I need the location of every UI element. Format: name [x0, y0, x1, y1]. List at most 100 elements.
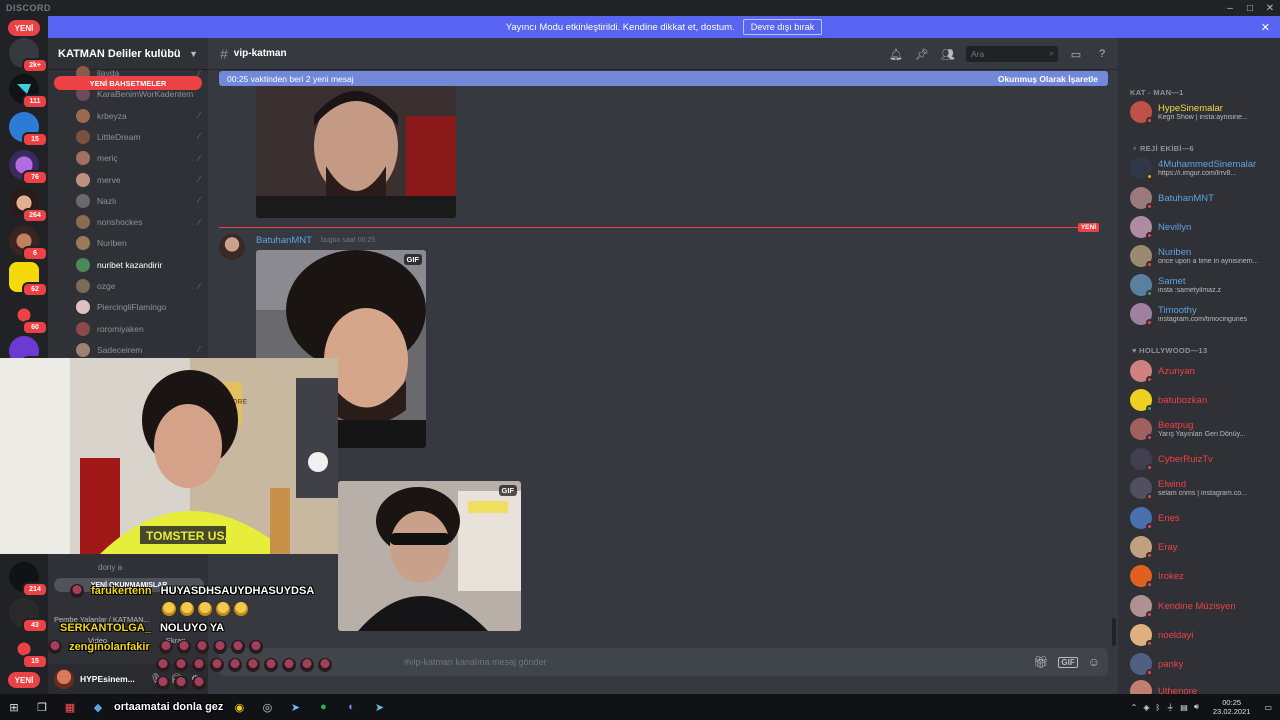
member-name: BatuhanMNT	[1158, 192, 1214, 204]
member-item[interactable]: HypeSinemalar Kegri Show | insta:aynisine…	[1130, 99, 1276, 125]
steam-icon[interactable]: ➤	[281, 694, 309, 720]
usb-icon[interactable]: ⏚	[1166, 702, 1174, 713]
role-group-label: REJİ EKİBİ—6	[1139, 144, 1194, 153]
voice-member[interactable]: meriç ⁄	[76, 149, 200, 167]
tray-app-icon[interactable]: ◈	[1143, 703, 1149, 712]
mark-as-read-button[interactable]: Okunmuş Olarak İşaretle	[998, 74, 1098, 84]
member-item[interactable]: Irokez	[1130, 563, 1276, 589]
member-activity: selam cnms | instagram.co...	[1158, 490, 1247, 497]
member-name: Samet	[1158, 276, 1186, 287]
message-author[interactable]: BatuhanMNT	[256, 235, 312, 246]
inbox-icon[interactable]: ▭	[1068, 48, 1084, 61]
minimize-icon[interactable]: –	[1220, 0, 1240, 16]
avatar	[76, 151, 90, 166]
emote-icon	[192, 658, 206, 672]
steam-icon[interactable]: ➤	[365, 694, 393, 720]
member-item[interactable]: CyberRuizTv	[1130, 446, 1276, 472]
member-item[interactable]: Eray	[1130, 534, 1276, 560]
banner-close-icon[interactable]: ✕	[1261, 21, 1270, 34]
overlay-username: farukertenn	[91, 584, 152, 597]
avatar	[1130, 448, 1153, 471]
muted-microphone-icon: ⁄	[198, 345, 200, 355]
member-item[interactable]: Nevillyn	[1130, 214, 1276, 240]
member-item[interactable]: Beatpug Yarış Yayınları Geri Dönüy...	[1130, 416, 1276, 442]
new-messages-divider: YENİ	[219, 223, 1099, 232]
emote-icon	[156, 658, 170, 672]
new-unreads-pill[interactable]: YENİ	[8, 20, 40, 36]
taskbar-app-icon[interactable]: ▦	[56, 694, 84, 720]
member-item[interactable]: Elwind selam cnms | instagram.co...	[1130, 475, 1276, 501]
voice-member[interactable]: nonshockes ⁄	[76, 213, 200, 231]
member-item[interactable]: Kendine Müzisyen	[1130, 593, 1276, 619]
clock[interactable]: 00:25 23.02.2021	[1213, 698, 1251, 716]
disable-streamer-mode-button[interactable]: Devre dışı bırak	[742, 19, 823, 35]
bell-icon[interactable]: 🔔︎	[888, 48, 904, 61]
close-icon[interactable]: ✕	[1260, 0, 1280, 16]
scrollbar[interactable]	[1112, 618, 1116, 646]
voice-member[interactable]: Sadeceirem ⁄	[76, 341, 200, 359]
avatar	[1130, 157, 1153, 180]
member-activity: Yarış Yayınları Geri Dönüy...	[1158, 431, 1246, 438]
hashtag-icon: #	[220, 45, 228, 62]
task-view-icon[interactable]: ❐	[28, 694, 56, 720]
discord-icon[interactable]: ◐	[337, 694, 365, 720]
voice-member-name: roromiyaken	[97, 323, 144, 334]
voice-member[interactable]: Nazlı ⁄	[76, 192, 200, 210]
voice-member[interactable]: roromiyaken	[76, 320, 200, 338]
status-indicator-icon	[1146, 611, 1153, 618]
member-item[interactable]: Samet insta :sametyilmaz.z	[1130, 272, 1276, 298]
new-mentions-pill[interactable]: YENİ BAHSETMELER	[54, 76, 202, 90]
chevron-up-icon[interactable]: ⌃	[1131, 703, 1138, 712]
avatar	[76, 215, 90, 230]
spotify-icon[interactable]: ●	[309, 694, 337, 720]
pin-icon[interactable]: 📌︎	[914, 48, 930, 61]
gift-icon[interactable]: 🎁︎	[1033, 655, 1048, 669]
maximize-icon[interactable]: □	[1240, 0, 1260, 16]
member-item[interactable]: Uthenore	[1130, 678, 1276, 694]
status-indicator-icon	[1146, 669, 1153, 676]
avatar	[76, 257, 90, 272]
help-icon[interactable]: ?	[1094, 48, 1110, 60]
member-item[interactable]: noeldayi	[1130, 622, 1276, 648]
member-text: Nuriben once upon a time in aynisinem...	[1158, 247, 1258, 265]
search-input[interactable]: Ara ⌕	[966, 46, 1058, 62]
avatar	[76, 236, 90, 251]
member-text: Azunyan	[1158, 366, 1195, 377]
voice-member[interactable]: krbeyza ⁄	[76, 107, 200, 125]
bluetooth-icon[interactable]: ᛒ	[1155, 703, 1160, 712]
notification-icon[interactable]: ▭	[1264, 703, 1272, 712]
obs-icon[interactable]: ◎	[253, 694, 281, 720]
member-item[interactable]: BatuhanMNT	[1130, 185, 1276, 211]
members-icon[interactable]: 👥︎	[940, 48, 956, 61]
member-item[interactable]: 4MuhammedSinemalar https://i.imgur.com/lr…	[1130, 155, 1276, 181]
member-item[interactable]: Timoothy instagram.com/timocingunes	[1130, 301, 1276, 327]
taskbar-app-icon[interactable]: ◆	[84, 694, 112, 720]
voice-member[interactable]: PiercingliFlamingo	[76, 298, 200, 316]
chrome-icon[interactable]: ◉	[225, 694, 253, 720]
voice-member[interactable]: nuribet kazandirir	[76, 256, 200, 274]
gif-picker-icon[interactable]: GIF	[1058, 656, 1078, 668]
voice-member[interactable]: LittleDream ⁄	[76, 128, 200, 146]
member-text: Samet insta :sametyilmaz.z	[1158, 276, 1221, 294]
network-icon[interactable]: ▤	[1180, 703, 1188, 712]
voice-member[interactable]: merve ⁄	[76, 171, 200, 189]
avatar	[1130, 653, 1153, 676]
message-image[interactable]	[256, 86, 456, 218]
emoji-icon[interactable]: ☺	[1088, 655, 1100, 669]
avatar[interactable]	[219, 234, 245, 260]
member-item[interactable]: Nuriben once upon a time in aynisinem...	[1130, 243, 1276, 269]
member-item[interactable]: Azunyan	[1130, 358, 1276, 384]
member-item[interactable]: Enes	[1130, 505, 1276, 531]
emote-icon	[318, 658, 332, 672]
member-item[interactable]: panky	[1130, 651, 1276, 677]
member-text: HypeSinemalar Kegri Show | insta:aynisine…	[1158, 103, 1248, 121]
new-messages-bar[interactable]: 00:25 vaktinden beri 2 yeni mesaj Okunmu…	[219, 71, 1108, 86]
voice-member[interactable]: ozge ⁄	[76, 277, 200, 295]
speaker-icon[interactable]: 🔊︎	[1194, 702, 1199, 712]
windows-start-icon[interactable]: ⊞	[0, 694, 28, 720]
voice-member[interactable]: Nuriben	[76, 234, 200, 252]
member-text: panky	[1158, 659, 1183, 670]
mention-badge: 264	[22, 208, 48, 223]
avatar	[1130, 216, 1153, 239]
member-item[interactable]: batubozkan	[1130, 387, 1276, 413]
